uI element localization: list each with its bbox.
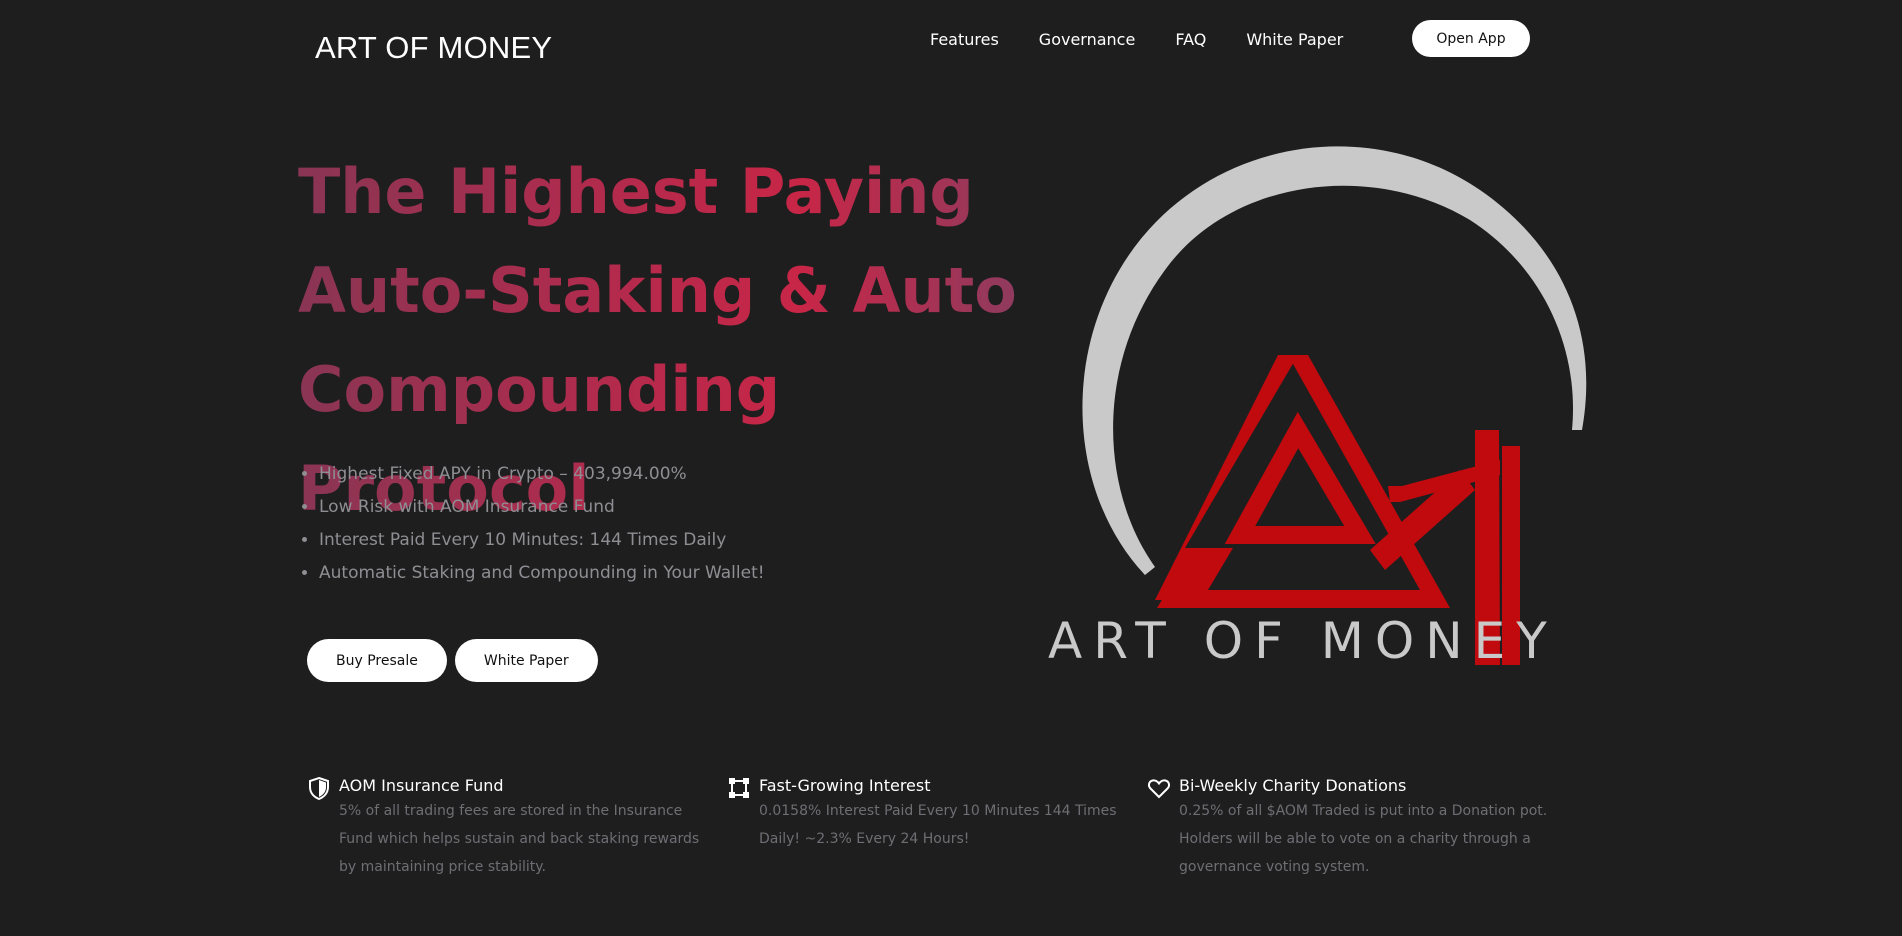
brand-logo-text[interactable]: ART OF MONEY: [315, 30, 552, 66]
hero-title-line-1: The Highest Paying: [298, 155, 974, 228]
logo-text: ART OF MONEY: [1048, 612, 1558, 670]
hero-title-line-2: Auto-Staking & Auto: [298, 254, 1017, 327]
feature-fast-growing-interest: Fast-Growing Interest 0.0158% Interest P…: [727, 775, 1147, 881]
hero-buttons: Buy Presale White Paper: [307, 639, 598, 682]
white-paper-button[interactable]: White Paper: [454, 639, 598, 682]
hero-bullet: Low Risk with AOM Insurance Fund: [319, 491, 765, 524]
feature-insurance-fund: AOM Insurance Fund 5% of all trading fee…: [307, 775, 727, 881]
feature-title: Bi-Weekly Charity Donations: [1179, 776, 1407, 795]
feature-desc: 0.25% of all $AOM Traded is put into a D…: [1179, 803, 1548, 875]
feature-title: Fast-Growing Interest: [759, 776, 931, 795]
hero-bullet: Automatic Staking and Compounding in You…: [319, 557, 765, 590]
buy-presale-button[interactable]: Buy Presale: [307, 639, 447, 682]
feature-charity-donations: Bi-Weekly Charity Donations 0.25% of all…: [1147, 775, 1567, 881]
nav-governance[interactable]: Governance: [1039, 30, 1136, 49]
shield-icon: [309, 776, 329, 800]
nav-features[interactable]: Features: [930, 30, 999, 49]
logo-a-shape: [1155, 355, 1450, 608]
feature-title: AOM Insurance Fund: [339, 776, 504, 795]
hero-bullet: Interest Paid Every 10 Minutes: 144 Time…: [319, 524, 765, 557]
heart-icon: [1147, 779, 1171, 799]
feature-desc: 5% of all trading fees are stored in the…: [339, 803, 700, 875]
main-nav: Features Governance FAQ White Paper: [930, 30, 1383, 49]
hero-bullet-list: Highest Fixed APY in Crypto – 403,994.00…: [300, 458, 765, 590]
feature-desc: 0.0158% Interest Paid Every 10 Minutes 1…: [759, 803, 1117, 847]
hero-bullet: Highest Fixed APY in Crypto – 403,994.00…: [319, 458, 765, 491]
nav-white-paper[interactable]: White Paper: [1246, 30, 1343, 49]
expand-square-icon: [729, 778, 749, 798]
nav-faq[interactable]: FAQ: [1175, 30, 1206, 49]
features-row: AOM Insurance Fund 5% of all trading fee…: [307, 775, 1567, 881]
aom-logo: ART OF MONEY: [1048, 146, 1587, 670]
open-app-button[interactable]: Open App: [1412, 20, 1530, 57]
